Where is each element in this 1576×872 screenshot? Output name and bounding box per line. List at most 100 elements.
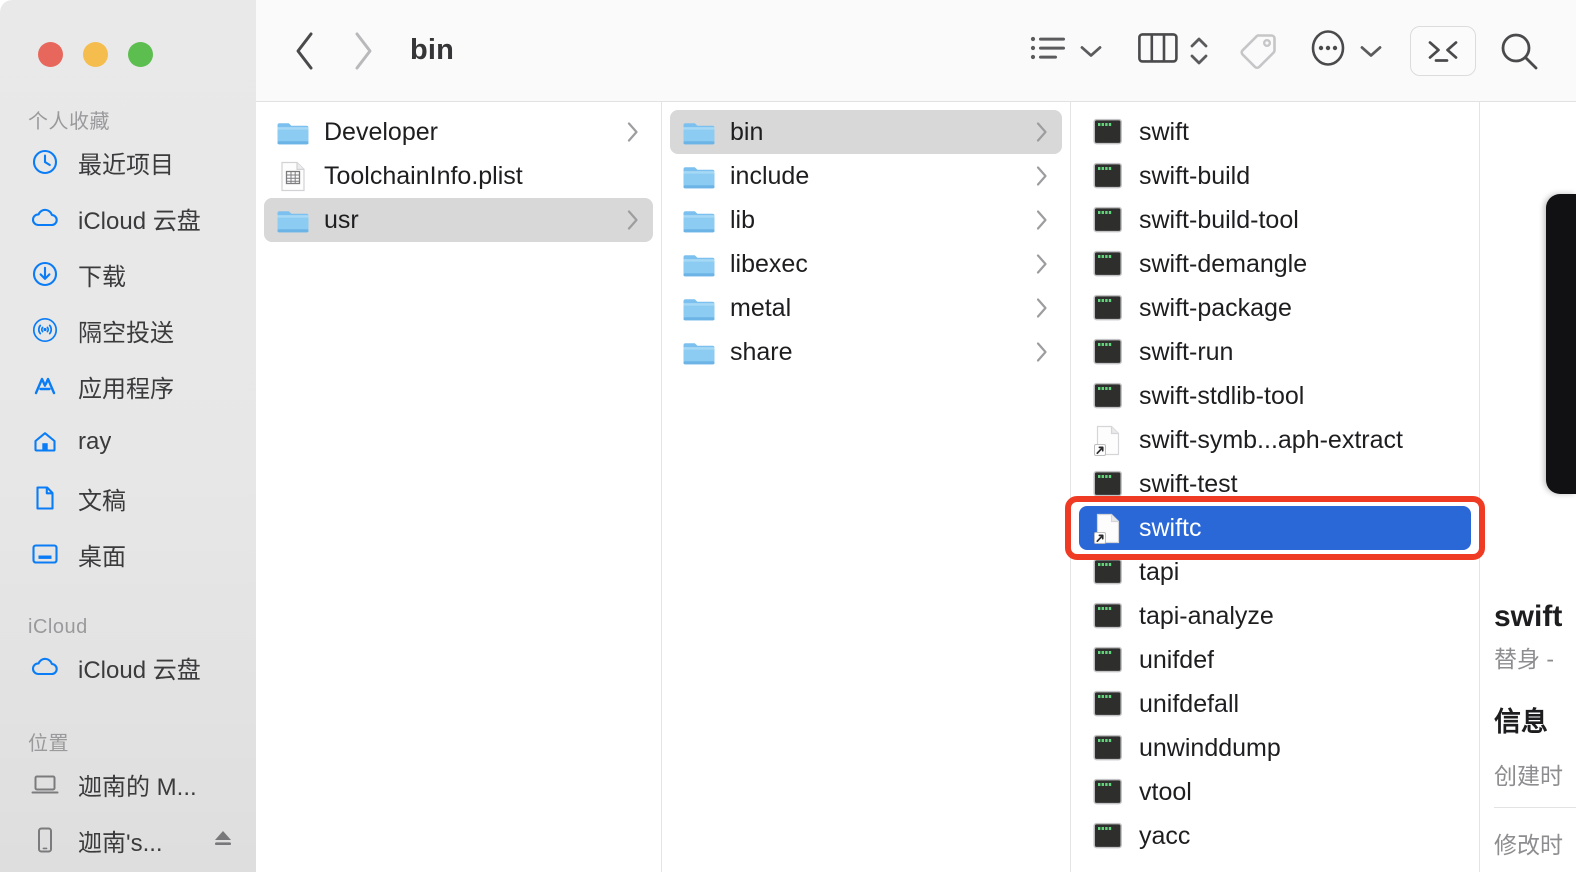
file-row[interactable]: swift-test (1079, 462, 1471, 506)
file-row[interactable]: swift-build (1079, 154, 1471, 198)
sidebar-item-iphone[interactable]: 迦南's... (0, 812, 256, 868)
folder-icon (682, 339, 716, 366)
sidebar-item-icloud-drive-2[interactable]: iCloud 云盘 (0, 639, 256, 695)
file-name: swift-package (1139, 293, 1292, 322)
file-row[interactable]: libexec (670, 242, 1062, 286)
column-usr[interactable]: bin include lib libexec metal share (662, 102, 1071, 872)
file-name: swift (1139, 117, 1189, 146)
preview-created-label: 创建时 (1494, 763, 1563, 789)
file-row[interactable]: include (670, 154, 1062, 198)
file-row[interactable]: share (670, 330, 1062, 374)
file-row[interactable]: swift-stdlib-tool (1079, 374, 1471, 418)
folder-icon (276, 119, 310, 146)
file-row[interactable]: metal (670, 286, 1062, 330)
sidebar-section-favorites: 个人收藏 最近项目 iCloud 云盘 下载 隔空投送 应用程序 ray 文稿 … (0, 105, 256, 582)
file-row[interactable]: ToolchainInfo.plist (264, 154, 653, 198)
file-row[interactable]: lib (670, 198, 1062, 242)
folder-icon (276, 207, 310, 234)
chevron-right-icon (1024, 163, 1052, 189)
sidebar-item-label: 迦南的 M... (78, 773, 197, 801)
chevron-right-icon (615, 119, 643, 145)
sidebar-item-icloud-drive[interactable]: iCloud 云盘 (0, 190, 256, 246)
file-row[interactable]: swift-run (1079, 330, 1471, 374)
file-row[interactable]: vtool (1079, 770, 1471, 814)
file-row[interactable]: yacc (1079, 814, 1471, 858)
file-row[interactable]: swift (1079, 110, 1471, 154)
executable-icon (1091, 778, 1125, 806)
view-list-control[interactable] (1012, 31, 1120, 70)
content-area: bin Developer ToolchainInfo.plist usr bi… (256, 0, 1576, 872)
executable-icon (1091, 602, 1125, 630)
file-name: bin (730, 117, 764, 146)
search-button[interactable] (1486, 23, 1552, 79)
sidebar-item-label: ray (78, 428, 112, 455)
executable-icon (1091, 690, 1125, 718)
column-toolchain[interactable]: Developer ToolchainInfo.plist usr (256, 102, 662, 872)
back-button[interactable] (278, 23, 334, 79)
chevron-down-icon[interactable] (1078, 42, 1104, 60)
sidebar-item-documents[interactable]: 文稿 (0, 470, 256, 526)
file-name: unifdefall (1139, 689, 1240, 718)
tags-button[interactable] (1226, 23, 1290, 79)
file-row[interactable]: unifdefall (1079, 682, 1471, 726)
eject-icon[interactable] (210, 826, 236, 855)
sidebar-item-airdrop[interactable]: 隔空投送 (0, 302, 256, 358)
file-name: tapi (1139, 557, 1180, 586)
chevron-down-icon[interactable] (1358, 42, 1384, 60)
file-row[interactable]: swift-symb...aph-extract (1079, 418, 1471, 462)
file-name: libexec (730, 249, 808, 278)
view-column-control[interactable] (1120, 30, 1226, 71)
list-view-icon[interactable] (1028, 31, 1070, 70)
file-name: swift-build (1139, 161, 1251, 190)
minimize-button[interactable] (83, 42, 108, 67)
executable-icon (1091, 646, 1125, 674)
more-icon[interactable] (1306, 26, 1350, 75)
sidebar: 个人收藏 最近项目 iCloud 云盘 下载 隔空投送 应用程序 ray 文稿 … (0, 0, 256, 872)
sidebar-item-mac[interactable]: 迦南的 M... (0, 756, 256, 812)
file-row[interactable]: unifdef (1079, 638, 1471, 682)
chevron-right-icon (1024, 339, 1052, 365)
download-icon (30, 259, 60, 289)
file-name: metal (730, 293, 792, 322)
preview-divider (1494, 807, 1576, 808)
forward-button[interactable] (334, 23, 390, 79)
file-row[interactable]: tapi-analyze (1079, 594, 1471, 638)
column-bin[interactable]: swift swift-build swift-build-tool swift-de… (1071, 102, 1480, 872)
sort-stepper-icon[interactable] (1188, 31, 1210, 71)
sidebar-item-applications[interactable]: 应用程序 (0, 358, 256, 414)
file-row[interactable]: bin (670, 110, 1062, 154)
sidebar-section-icloud: iCloud iCloud 云盘 (0, 616, 256, 695)
folder-icon (682, 163, 716, 190)
file-name: share (730, 337, 793, 366)
sidebar-item-home[interactable]: ray (0, 414, 256, 470)
file-row[interactable]: usr (264, 198, 653, 242)
column-view-icon[interactable] (1136, 30, 1180, 71)
folder-icon (682, 295, 716, 322)
executable-icon (1091, 470, 1125, 498)
file-row[interactable]: swift-demangle (1079, 242, 1471, 286)
scrollbar-overlay[interactable] (1546, 194, 1576, 494)
file-row[interactable]: Developer (264, 110, 653, 154)
executable-icon (1091, 338, 1125, 366)
airdrop-icon (30, 315, 60, 345)
file-name: unifdef (1139, 645, 1215, 674)
chevron-right-icon (1024, 251, 1052, 277)
alias-icon (1091, 512, 1125, 545)
executable-icon (1091, 206, 1125, 234)
sidebar-item-desktop[interactable]: 桌面 (0, 526, 256, 582)
file-row[interactable]: unwinddump (1079, 726, 1471, 770)
file-row[interactable]: tapi (1079, 550, 1471, 594)
sidebar-item-downloads[interactable]: 下载 (0, 246, 256, 302)
folder-icon (682, 251, 716, 278)
file-row[interactable]: swiftc (1079, 506, 1471, 550)
chevron-right-icon (1024, 119, 1052, 145)
sidebar-section-locations: 位置 迦南的 M... 迦南's... (0, 727, 256, 868)
close-button[interactable] (38, 42, 63, 67)
maximize-button[interactable] (128, 42, 153, 67)
file-row[interactable]: swift-package (1079, 286, 1471, 330)
file-row[interactable]: swift-build-tool (1079, 198, 1471, 242)
sidebar-item-recents[interactable]: 最近项目 (0, 134, 256, 190)
terminal-button[interactable] (1410, 25, 1476, 76)
more-actions-control[interactable] (1290, 26, 1400, 75)
sidebar-section-title: iCloud (28, 616, 88, 638)
